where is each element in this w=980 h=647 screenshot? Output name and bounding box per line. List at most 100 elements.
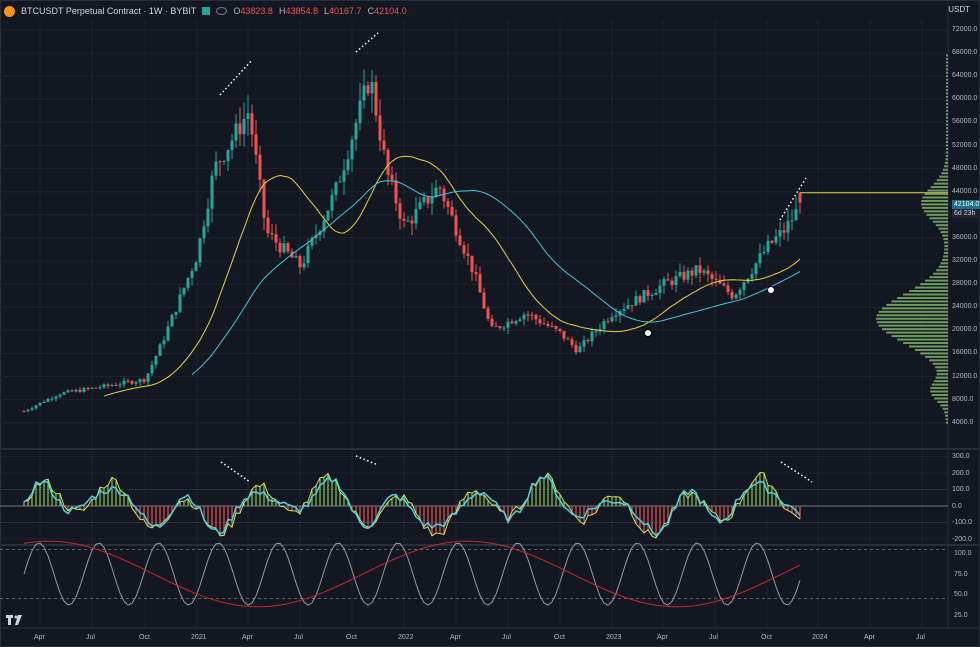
candle-body	[574, 344, 578, 353]
candle-body	[154, 355, 158, 365]
price-tick-label: 72000.0	[952, 26, 978, 33]
volume-profile-bar	[891, 300, 948, 303]
currency-label[interactable]: USDT	[948, 5, 970, 14]
price-tick-label: 20000.0	[952, 326, 978, 334]
candle-body	[502, 327, 506, 329]
time-tick-label: Jul	[502, 634, 511, 641]
candle-body	[438, 187, 442, 189]
volume-profile-bar	[943, 251, 948, 254]
volume-profile-bar	[878, 310, 948, 313]
candle-body	[446, 201, 450, 207]
candle-body	[78, 389, 82, 392]
volume-profile-bar	[944, 161, 948, 164]
candle-body	[534, 315, 538, 320]
volume-profile-bar	[945, 123, 948, 126]
chart-canvas[interactable]	[0, 0, 980, 647]
candle-body	[58, 394, 62, 397]
candle-body	[594, 331, 598, 333]
price-tick-label: 32000.0	[952, 257, 978, 264]
candle-body	[46, 398, 50, 402]
flag-icon[interactable]	[202, 7, 211, 15]
price-tick-label: 4000.0	[952, 418, 974, 426]
candle-body	[106, 384, 110, 386]
candle-body	[286, 243, 290, 252]
candle-body	[38, 402, 42, 406]
time-tick-label: 2024	[812, 634, 828, 641]
candle-body	[514, 321, 518, 324]
volume-profile-bar	[946, 113, 948, 116]
candle-body	[222, 160, 226, 162]
volume-profile-bar	[903, 342, 948, 345]
candle-body	[210, 175, 214, 209]
candle-body	[366, 85, 370, 94]
candle-body	[342, 170, 346, 182]
candle-body	[782, 230, 786, 233]
candle-body	[754, 263, 758, 275]
candle-body	[302, 263, 306, 268]
volume-profile-bar	[931, 393, 948, 396]
candle-body	[690, 270, 694, 276]
volume-profile-bar	[942, 234, 948, 237]
time-tick-label: 2023	[606, 634, 622, 641]
candle-body	[622, 308, 626, 312]
volume-profile-bar	[944, 411, 948, 414]
candle-body	[282, 243, 286, 253]
candle-body	[358, 100, 362, 124]
candle-body	[122, 380, 126, 385]
volume-profile-bar	[945, 141, 948, 144]
tradingview-logo-icon[interactable]	[6, 614, 24, 626]
candle-body	[30, 408, 34, 410]
candle-body	[730, 292, 734, 299]
volume-profile-bar	[922, 196, 948, 199]
volume-profile-bar	[924, 193, 948, 196]
volume-profile-bar	[926, 213, 948, 216]
volume-profile-bar	[944, 244, 948, 247]
candle-body	[470, 255, 474, 273]
volume-profile-bar	[934, 397, 948, 400]
volume-profile-bar	[909, 290, 948, 293]
price-tick-label: 48000.0	[952, 164, 978, 172]
symbol-title[interactable]: BTCUSDT Perpetual Contract · 1W · BYBIT	[21, 6, 196, 16]
osc2-tick-label: 100.0	[954, 550, 972, 557]
candle-body	[662, 279, 666, 286]
candle-body	[630, 305, 634, 307]
candle-body	[134, 382, 138, 384]
candle-body	[146, 373, 150, 382]
volume-profile-bar	[946, 109, 948, 112]
candle-body	[398, 203, 402, 219]
volume-profile-bar	[937, 400, 948, 403]
time-tick-label: Apr	[657, 634, 668, 641]
eye-icon[interactable]	[216, 7, 228, 15]
candle-body	[586, 340, 590, 342]
volume-profile-bar	[946, 85, 948, 88]
osc1-tick-label: -100.0	[952, 519, 972, 526]
volume-profile-bar	[945, 127, 948, 130]
candle-body	[698, 265, 702, 273]
time-tick-label: Oct	[139, 634, 150, 641]
volume-profile-bar	[932, 220, 948, 223]
volume-profile-bar	[945, 421, 948, 424]
volume-profile-bar	[944, 241, 948, 244]
candle-body	[326, 210, 330, 221]
volume-profile-bar	[930, 186, 948, 189]
volume-profile-bar	[936, 369, 948, 372]
volume-profile-bar	[945, 414, 948, 417]
volume-profile-bar	[914, 286, 948, 289]
candle-body	[62, 392, 66, 395]
price-tick-label: 28000.0	[952, 280, 978, 288]
candle-body	[642, 290, 646, 303]
ma-cross-marker	[644, 329, 652, 337]
time-tick-label: Apr	[242, 634, 253, 641]
volume-profile-bar	[921, 203, 948, 206]
candle-body	[50, 398, 54, 400]
candle-body	[202, 226, 206, 239]
candle-body	[734, 294, 738, 299]
candle-body	[390, 174, 394, 181]
volume-profile-bar	[903, 293, 948, 296]
candle-body	[158, 344, 162, 356]
candle-body	[458, 235, 462, 246]
price-tick-label: 24000.0	[952, 303, 978, 311]
candle-body	[762, 252, 766, 254]
time-tick-label: 2022	[398, 634, 414, 641]
volume-profile-bar	[886, 331, 948, 334]
